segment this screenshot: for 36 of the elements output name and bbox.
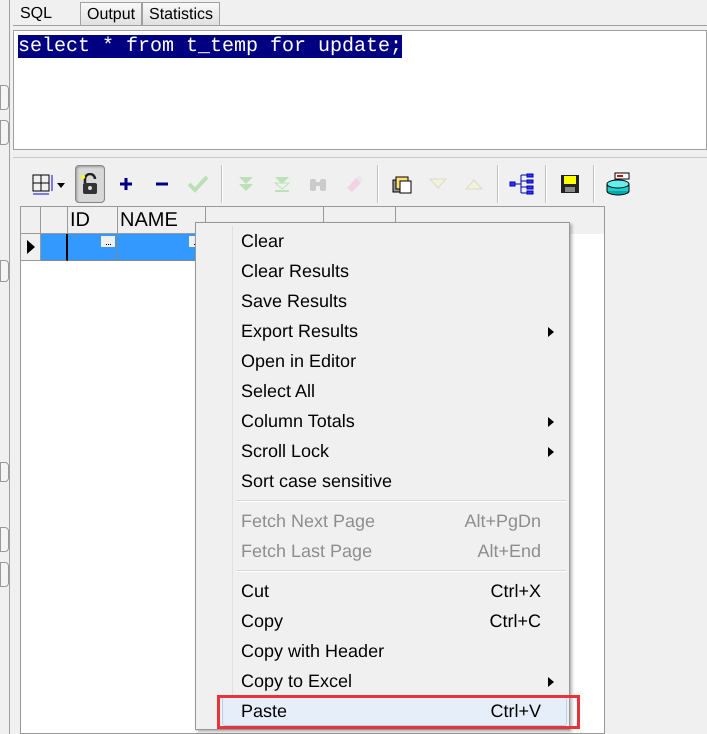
menu-item[interactable]: Cut Ctrl+X (198, 576, 567, 606)
table-cell[interactable] (68, 234, 118, 261)
plus-icon (119, 177, 133, 191)
menu-item[interactable]: Export Results (198, 316, 567, 346)
menu-item[interactable]: Scroll Lock (198, 436, 567, 466)
check-icon (187, 175, 209, 193)
sql-text: select * from t_temp for update; (18, 35, 402, 58)
down-bar-icon (273, 175, 291, 193)
side-button[interactable] (0, 562, 9, 587)
side-button[interactable] (0, 527, 9, 552)
menu-item[interactable]: Column Totals (198, 406, 567, 436)
side-button[interactable] (0, 260, 9, 282)
menu-item[interactable]: Copy to Excel (198, 666, 567, 696)
menu-item[interactable]: Open in Editor (198, 346, 567, 376)
side-button[interactable] (0, 120, 9, 145)
database-icon (605, 172, 631, 196)
menu-item[interactable]: Copy with Header (198, 636, 567, 666)
tab[interactable]: Output (80, 2, 142, 25)
triangle-down-icon (429, 178, 447, 190)
side-button[interactable] (0, 462, 9, 482)
double-down-icon (237, 175, 255, 193)
tree-icon (509, 173, 535, 195)
documents-icon (391, 174, 413, 194)
toolbar-button[interactable] (75, 165, 105, 203)
side-button[interactable] (0, 85, 9, 110)
menu-item[interactable]: Select All (198, 376, 567, 406)
grid-icon (31, 172, 67, 196)
table-cell[interactable] (41, 234, 68, 261)
menu-item[interactable]: Save Results (198, 286, 567, 316)
triangle-up-icon (465, 178, 483, 190)
eraser-icon (344, 174, 364, 194)
menu-item[interactable]: Sort case sensitive (198, 466, 567, 496)
tab[interactable]: Statistics (142, 2, 220, 25)
padlock-icon (80, 173, 100, 195)
menu-item[interactable]: Copy Ctrl+C (198, 606, 567, 636)
menu-item[interactable]: Clear Results (198, 256, 567, 286)
